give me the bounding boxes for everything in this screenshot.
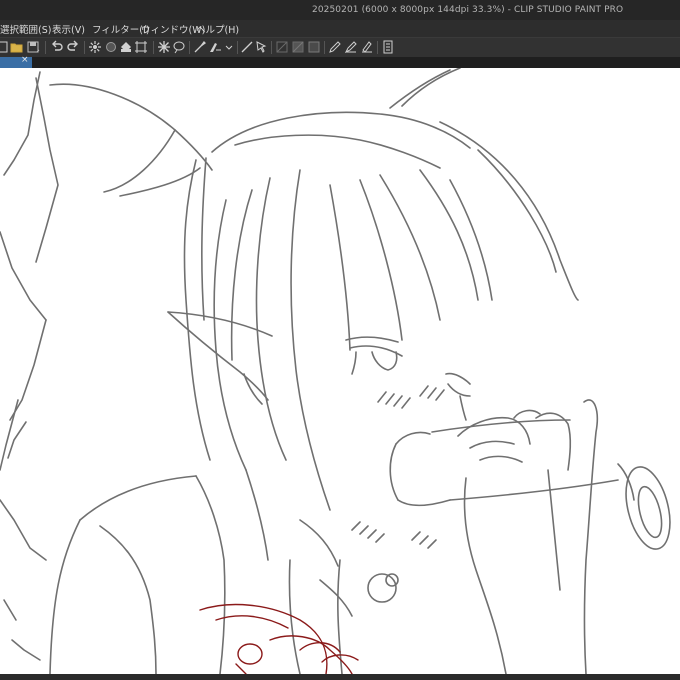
close-icon[interactable]: ×: [21, 55, 29, 65]
clear-icon[interactable]: [88, 40, 102, 54]
frame-border-icon[interactable]: [307, 40, 321, 54]
pencil-icon[interactable]: [344, 40, 358, 54]
drawing-canvas[interactable]: [0, 68, 680, 674]
save-icon[interactable]: [26, 40, 40, 54]
title-bar: 20250201 (6000 x 8000px 144dpi 33.3%) - …: [0, 0, 680, 22]
marker-icon[interactable]: [360, 40, 374, 54]
menu-help[interactable]: ヘルプ(H): [196, 22, 239, 36]
line-tool-icon[interactable]: [240, 40, 254, 54]
frame-icon[interactable]: [275, 40, 289, 54]
select-icon[interactable]: [134, 40, 148, 54]
pointer-icon[interactable]: [254, 40, 268, 54]
fill-icon[interactable]: [104, 40, 118, 54]
pen-icon[interactable]: [328, 40, 342, 54]
lasso-icon[interactable]: [157, 40, 171, 54]
panel-icon[interactable]: [381, 40, 395, 54]
open-folder-icon[interactable]: [10, 40, 24, 54]
menu-selection[interactable]: 選択範囲(S): [0, 22, 51, 36]
window-title: 20250201 (6000 x 8000px 144dpi 33.3%) - …: [312, 5, 624, 15]
sketch-artwork: [0, 68, 671, 674]
transform-icon[interactable]: [119, 40, 133, 54]
document-tab-bar: ×: [0, 55, 680, 68]
new-file-icon[interactable]: [0, 40, 10, 54]
menu-view[interactable]: 表示(V): [52, 22, 85, 36]
dropdown-chevron-icon[interactable]: [222, 40, 236, 54]
document-tab[interactable]: ×: [0, 55, 32, 68]
frame-fill-icon[interactable]: [291, 40, 305, 54]
status-bar: [0, 674, 680, 680]
redo-icon[interactable]: [66, 40, 80, 54]
ruler-icon[interactable]: [208, 40, 222, 54]
menu-bar: 選択範囲(S) 表示(V) フィルター(I) ウィンドウ(W) ヘルプ(H): [0, 20, 680, 37]
undo-icon[interactable]: [50, 40, 64, 54]
eyedropper-icon[interactable]: [172, 40, 186, 54]
command-bar: [0, 37, 680, 58]
brush-settings-icon[interactable]: [193, 40, 207, 54]
